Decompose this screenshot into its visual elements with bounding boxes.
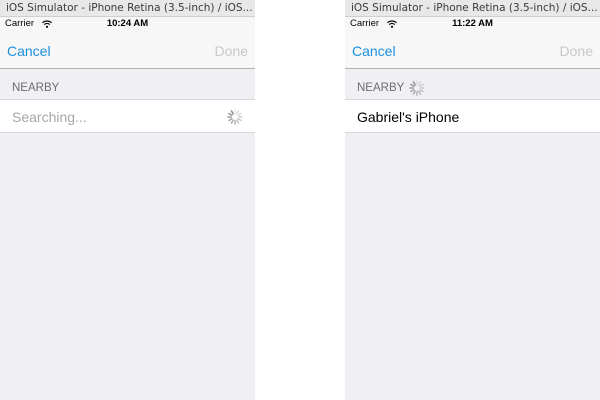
done-button[interactable]: Done [560,43,593,59]
simulator-window-left: iOS Simulator - iPhone Retina (3.5-inch)… [0,0,255,400]
simulator-window-right: iOS Simulator - iPhone Retina (3.5-inch)… [345,0,600,400]
window-title: iOS Simulator - iPhone Retina (3.5-inch)… [0,0,255,17]
searching-label: Searching... [12,109,87,125]
section-header-nearby: NEARBY [345,69,600,99]
status-bar: Carrier 10:24 AM [0,17,255,31]
section-header-nearby: NEARBY [0,69,255,99]
status-time: 10:24 AM [106,18,149,29]
navigation-bar: Cancel Done [345,31,600,69]
activity-spinner-icon [409,80,425,96]
device-cell[interactable]: Gabriel's iPhone [345,99,600,133]
window-title: iOS Simulator - iPhone Retina (3.5-inch)… [345,0,600,17]
activity-spinner-icon [227,109,243,125]
navigation-bar: Cancel Done [0,31,255,69]
status-time: 11:22 AM [452,18,493,29]
cancel-button[interactable]: Cancel [352,43,396,59]
done-button[interactable]: Done [215,43,248,59]
status-bar: Carrier 11:22 AM [345,17,600,31]
device-name-label: Gabriel's iPhone [357,109,460,125]
searching-cell: Searching... [0,99,255,133]
cancel-button[interactable]: Cancel [7,43,51,59]
